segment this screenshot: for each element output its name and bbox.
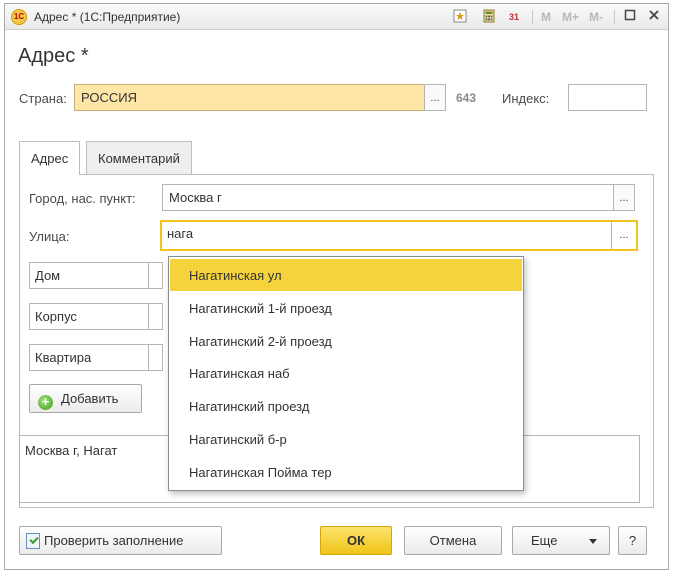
calculator-icon[interactable] [481,9,497,25]
suggestion-item[interactable]: Нагатинская ул [170,259,522,291]
maximize-icon[interactable] [622,9,638,25]
toolbar-separator [614,10,615,24]
house-type-label: Дом [35,268,61,283]
memory-button-m-minus[interactable]: M- [589,9,603,25]
apartment-type-select[interactable]: Квартира [29,344,163,371]
form-title: Адрес * [18,45,89,67]
more-button[interactable]: Еще [512,526,610,555]
building-type-select[interactable]: Корпус [29,303,163,330]
street-pick-button[interactable]: ... [612,222,636,249]
toolbar-separator [532,10,533,24]
city-pick-button[interactable]: ... [613,184,635,211]
combo-divider [148,304,162,329]
1c-logo-icon: 1C [11,9,27,25]
add-icon: + [38,395,53,410]
suggestion-item[interactable]: Нагатинский 1-й проезд [170,292,522,324]
suggestion-item[interactable]: Нагатинский проезд [170,390,522,422]
check-icon [26,533,40,549]
add-button-label: Добавить [61,391,119,406]
street-suggestions-list: Нагатинская ул Нагатинский 1-й проезд На… [168,256,524,491]
country-field[interactable]: РОССИЯ [74,84,426,111]
country-label: Страна: [19,91,67,106]
more-button-label: Еще [531,533,558,548]
city-field[interactable]: Москва г [162,184,614,211]
memory-button-m[interactable]: M [541,9,551,25]
street-input[interactable]: нага [160,220,638,251]
ok-button[interactable]: ОК [320,526,392,555]
help-button[interactable]: ? [618,526,647,555]
title-bar: 1C Адрес * (1С:Предприятие) 31 M M+ M- [5,4,668,30]
add-button[interactable]: + Добавить [29,384,142,413]
street-label: Улица: [29,229,70,244]
check-fill-button[interactable]: Проверить заполнение [19,526,222,555]
country-code: 643 [456,91,477,105]
combo-divider [148,263,162,288]
tab-comment[interactable]: Комментарий [86,141,192,174]
window-title: Адрес * (1С:Предприятие) [34,10,181,24]
house-type-select[interactable]: Дом [29,262,163,289]
apartment-type-label: Квартира [35,350,92,365]
check-fill-label: Проверить заполнение [44,533,184,548]
favorite-icon[interactable] [452,9,468,25]
tab-address[interactable]: Адрес [19,141,81,175]
building-type-label: Корпус [35,309,77,324]
city-label: Город, нас. пункт: [29,191,136,206]
combo-divider [148,345,162,370]
index-field[interactable] [568,84,647,111]
suggestion-item[interactable]: Нагатинский б-р [170,423,522,455]
country-pick-button[interactable]: ... [424,84,446,111]
index-label: Индекс: [502,91,550,106]
suggestion-item[interactable]: Нагатинский 2-й проезд [170,325,522,357]
memory-button-m-plus[interactable]: M+ [562,9,579,25]
suggestion-item[interactable]: Нагатинская Пойма тер [170,456,522,488]
address-dialog: 1C Адрес * (1С:Предприятие) 31 M M+ M- А… [4,3,669,570]
cancel-button[interactable]: Отмена [404,526,502,555]
close-icon[interactable] [646,9,662,25]
suggestion-item[interactable]: Нагатинская наб [170,357,522,389]
chevron-down-icon [589,539,597,544]
calendar-icon[interactable]: 31 [506,9,522,25]
